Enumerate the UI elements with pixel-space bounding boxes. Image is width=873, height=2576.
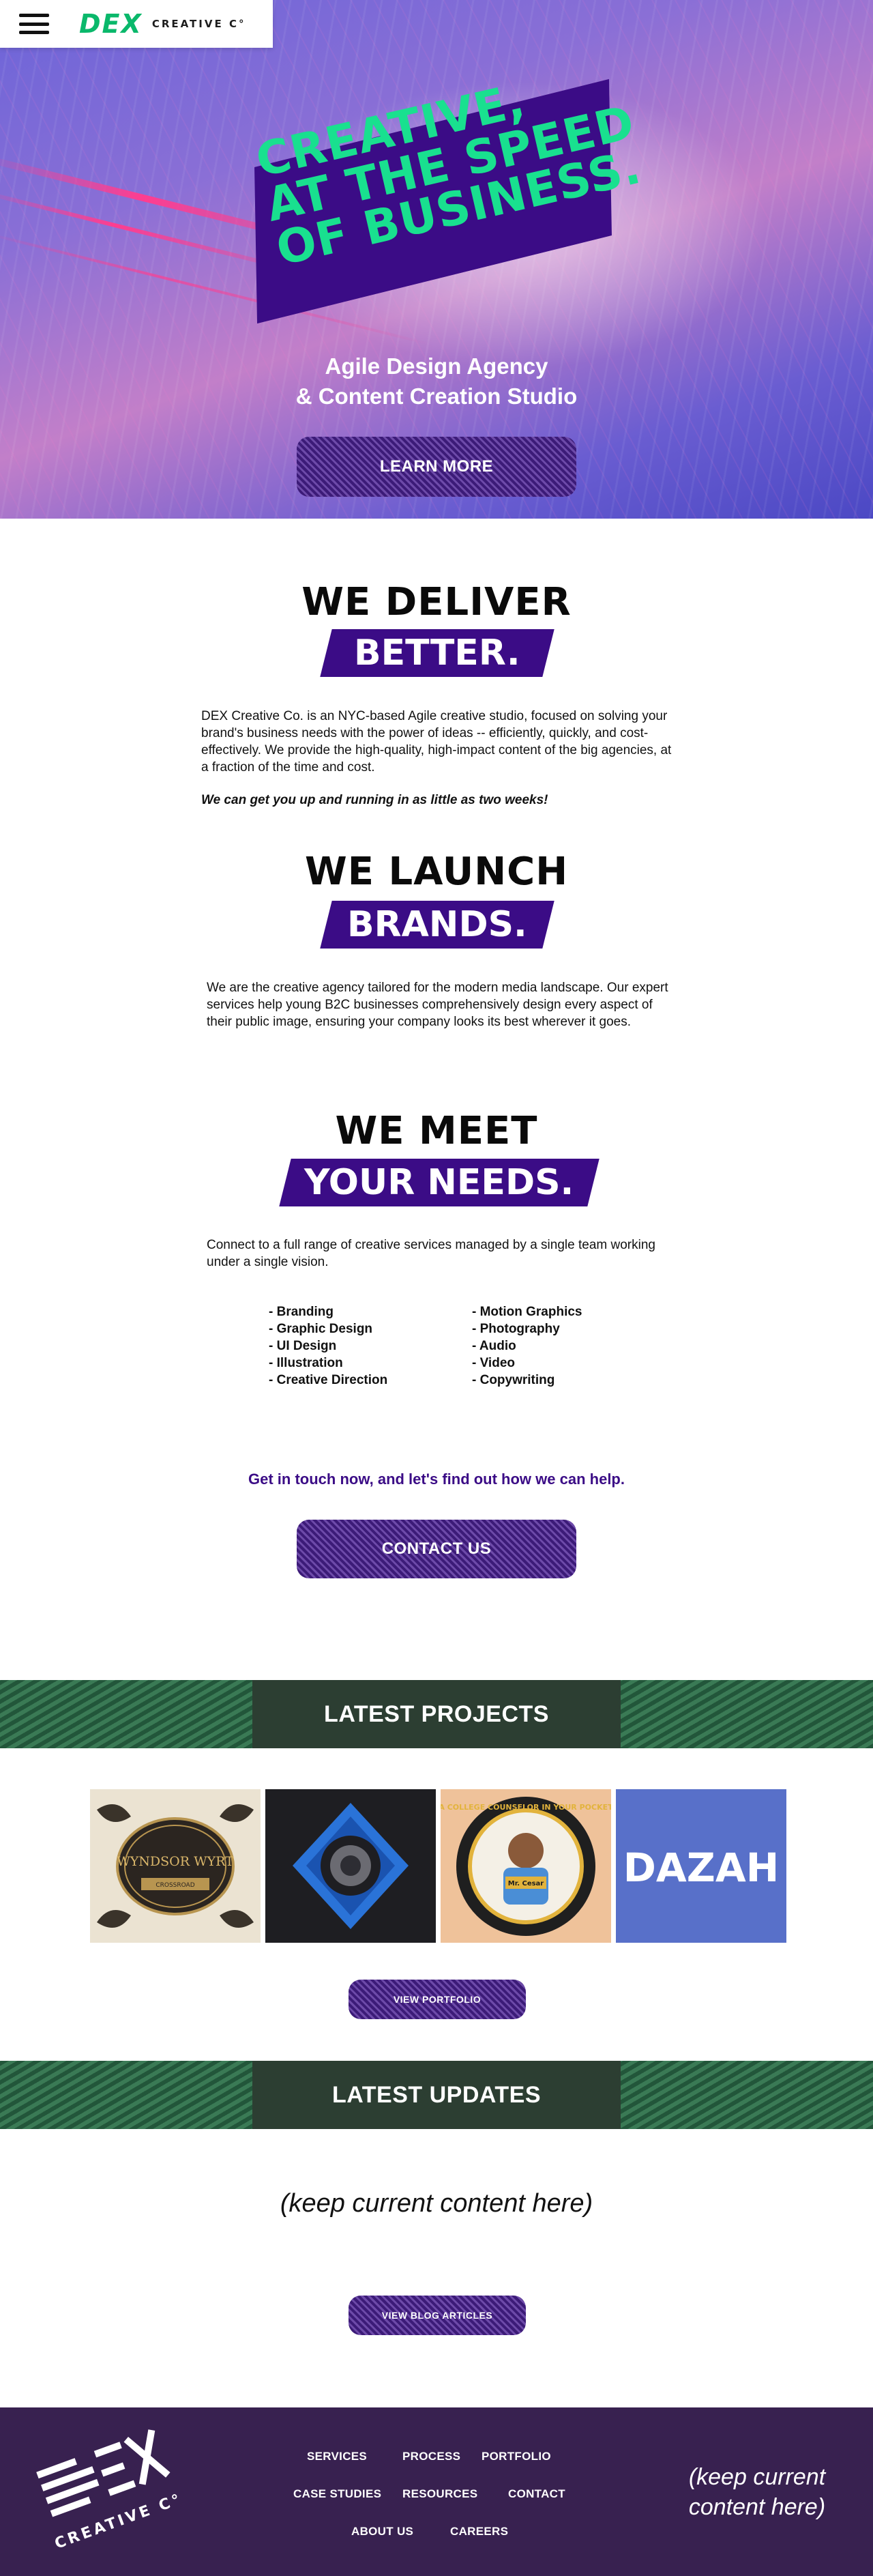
footer-link-about-us[interactable]: ABOUT US [351, 2525, 413, 2538]
service-item: - Photography [472, 1322, 560, 1336]
footer-link-careers[interactable]: CAREERS [450, 2525, 508, 2538]
footer-logo[interactable]: CREATIVE C° [25, 2415, 193, 2571]
ribbon-your-needs: YOUR NEEDS. [279, 1159, 600, 1206]
deliver-emphasis: We can get you up and running in as litt… [201, 793, 548, 807]
ribbon-text: BRANDS. [347, 904, 527, 945]
counselor-badge-name: Mr. Cesar [508, 1880, 544, 1887]
ribbon-text: YOUR NEEDS. [304, 1162, 574, 1203]
service-item: - Video [472, 1356, 515, 1370]
contact-us-button[interactable]: CONTACT US [297, 1520, 576, 1578]
wyndsor-sub: CROSSROAD [156, 1882, 194, 1889]
site-footer: CREATIVE C° SERVICES PROCESS PORTFOLIO C… [0, 2407, 873, 2576]
projects-banner-title: LATEST PROJECTS [252, 1680, 621, 1748]
ribbon-text: BETTER. [354, 633, 520, 674]
learn-more-button[interactable]: LEARN MORE [297, 437, 576, 497]
projects-banner: LATEST PROJECTS [0, 1680, 873, 1748]
service-item: - Copywriting [472, 1373, 555, 1387]
view-portfolio-button[interactable]: VIEW PORTFOLIO [349, 1980, 526, 2019]
hamburger-menu-icon[interactable] [19, 14, 49, 34]
eye-logo-icon [293, 1803, 409, 1929]
hero-headline: CREATIVE, AT THE SPEED OF BUSINESS. [242, 74, 646, 324]
updates-banner: LATEST UPDATES [0, 2061, 873, 2129]
service-item: - Motion Graphics [472, 1305, 582, 1319]
project-thumbnail[interactable]: Mr. Cesar A COLLEGE COUNSELOR IN YOUR PO… [441, 1789, 611, 1943]
project-thumbnail[interactable]: DAZAH [616, 1789, 786, 1943]
deliver-paragraph: DEX Creative Co. is an NYC-based Agile c… [201, 709, 672, 775]
launch-paragraph: We are the creative agency tailored for … [207, 981, 668, 1029]
service-item: - Graphic Design [269, 1322, 373, 1336]
service-item: - Audio [472, 1339, 516, 1353]
ribbon-better: BETTER. [320, 629, 554, 677]
service-item: - Branding [269, 1305, 334, 1319]
footer-link-contact[interactable]: CONTACT [508, 2487, 565, 2501]
updates-placeholder: (keep current content here) [280, 2189, 593, 2218]
counselor-badge-text: A COLLEGE COUNSELOR IN YOUR POCKET [441, 1803, 611, 1812]
service-item: - Illustration [269, 1356, 343, 1370]
dazah-logo: DAZAH [623, 1844, 780, 1891]
footer-link-services[interactable]: SERVICES [307, 2450, 367, 2463]
service-item: - UI Design [269, 1339, 337, 1353]
service-item: - Creative Direction [269, 1373, 388, 1387]
section-title-launch: WE LAUNCH [304, 850, 569, 894]
hero-section: CREATIVE, AT THE SPEED OF BUSINESS. Agil… [0, 0, 873, 519]
hero-subtitle: Agile Design Agency [325, 353, 548, 379]
footer-placeholder-line: (keep current [688, 2464, 826, 2490]
footer-placeholder-line: content here) [688, 2494, 826, 2520]
footer-link-case-studies[interactable]: CASE STUDIES [293, 2487, 381, 2501]
services-list-left: - Branding - Graphic Design - UI Design … [269, 1303, 387, 1389]
footer-link-resources[interactable]: RESOURCES [402, 2487, 477, 2501]
needs-paragraph: Connect to a full range of creative serv… [207, 1238, 655, 1269]
footer-link-process[interactable]: PROCESS [402, 2450, 460, 2463]
ribbon-brands: BRANDS. [320, 901, 554, 949]
college-counselor-badge: Mr. Cesar A COLLEGE COUNSELOR IN YOUR PO… [441, 1797, 611, 1936]
view-blog-articles-button[interactable]: VIEW BLOG ARTICLES [349, 2296, 526, 2335]
top-navbar: DEX CREATIVE C° [0, 0, 273, 48]
services-list-right: - Motion Graphics - Photography - Audio … [472, 1303, 582, 1389]
logo-mark: DEX [79, 9, 143, 39]
section-title-deliver: WE DELIVER [301, 580, 572, 624]
footer-placeholder: (keep current content here) [655, 2462, 859, 2522]
project-thumbnail[interactable]: WYNDSOR WYRT CROSSROAD [90, 1789, 261, 1943]
project-thumbnail[interactable] [265, 1789, 436, 1943]
wyndsor-logo: WYNDSOR WYRT CROSSROAD [97, 1804, 254, 1928]
logo-text: CREATIVE C° [151, 18, 246, 30]
hero-subtitle: & Content Creation Studio [295, 383, 578, 409]
footer-link-portfolio[interactable]: PORTFOLIO [482, 2450, 551, 2463]
site-logo[interactable]: DEX CREATIVE C° [79, 9, 246, 39]
dazah-wordmark: DAZAH [623, 1844, 780, 1891]
section-title-needs: WE MEET [335, 1109, 538, 1153]
wyndsor-line1: WYNDSOR WYRT [117, 1854, 234, 1869]
cta-text: Get in touch now, and let's find out how… [248, 1471, 625, 1488]
updates-banner-title: LATEST UPDATES [252, 2061, 621, 2129]
